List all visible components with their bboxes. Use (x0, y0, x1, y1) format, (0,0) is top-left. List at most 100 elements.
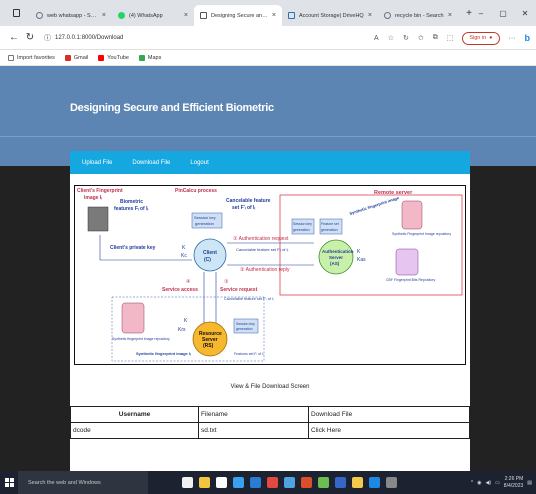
taskbar-app-icon[interactable] (233, 477, 244, 488)
network-icon[interactable]: ◉ (477, 480, 481, 486)
rs-session-key-label: Session key (236, 322, 255, 326)
client-c-label: (C) (204, 257, 211, 263)
taskbar-app-icon[interactable] (267, 477, 278, 488)
service-cancelable-label: Cancelable feature set F'ᵢ of Iᵢ (224, 297, 274, 301)
refresh-icon[interactable]: ↻ (22, 32, 38, 43)
info-icon: ⓘ (44, 34, 51, 42)
column-header-download: Download File (308, 406, 470, 423)
start-button[interactable] (0, 471, 18, 494)
table-header-row: Username Filename Download File (70, 406, 470, 423)
column-header-username: Username (70, 406, 199, 423)
session-key-label: Session key (194, 215, 216, 220)
taskbar-app-icon[interactable] (216, 477, 227, 488)
table-row: dcode sd.txt Click Here (70, 422, 470, 439)
feature-set-gen-label: generation (321, 228, 338, 232)
rs-repository-icon (121, 302, 145, 334)
battery-icon[interactable]: ▭ (495, 480, 500, 486)
bookmark-maps[interactable]: Maps (138, 54, 162, 61)
bookmark-youtube[interactable]: YouTube (98, 54, 129, 61)
taskbar-search[interactable]: Search the web and Windows (18, 471, 148, 494)
tab-actions-icon[interactable] (8, 5, 24, 21)
close-window-icon[interactable]: ✕ (514, 9, 536, 18)
bookmark-label: Maps (147, 54, 162, 61)
tab-recycle-bin-search[interactable]: recycle bin - Search × (378, 5, 458, 26)
taskbar-app-icon[interactable] (250, 477, 261, 488)
tab-title: recycle bin - Search (395, 12, 444, 19)
url-field[interactable]: ⓘ 127.0.0.1:8000/Download (44, 30, 234, 46)
avatar-icon: ● (489, 35, 493, 41)
rs-features-label: Features set Fᵢ of Iᵢ (234, 352, 264, 356)
rs-repository-label: Synthetic fingerprint image repository (112, 337, 170, 341)
close-icon[interactable]: × (184, 12, 188, 19)
files-table: Username Filename Download File dcode sd… (70, 406, 470, 439)
cell-username: dcode (70, 422, 199, 439)
bookmark-gmail[interactable]: Gmail (64, 54, 89, 61)
maximize-icon[interactable]: ▢ (492, 9, 514, 18)
key-kc: Kc (181, 253, 187, 259)
tab-web-whatsapp-search[interactable]: web whatsapp - Search × (30, 5, 112, 26)
taskbar-app-icon[interactable] (301, 477, 312, 488)
taskbar-app-icon[interactable] (386, 477, 397, 488)
taskbar-app-icon[interactable] (318, 477, 329, 488)
address-bar: ← ↻ ⓘ 127.0.0.1:8000/Download A ☆ ↻ ✩ ⧉ … (0, 26, 536, 50)
browser-tab-bar: web whatsapp - Search × (4) WhatsApp × D… (0, 0, 536, 26)
system-tray: ^ ◉ ◀) ▭ 2:26 PM 8/4/2023 ▤ (471, 471, 532, 494)
generation-as-label: generation (293, 228, 310, 232)
bookmark-label: Import favorites (17, 54, 55, 61)
pincalcu-label: PinCalcu process (175, 188, 217, 194)
as-label: Authentication (322, 249, 354, 254)
tab-title: (4) WhatsApp (129, 12, 163, 19)
bookmark-label: Gmail (73, 54, 89, 61)
web-page: Designing Secure and Efficient Biometric… (0, 66, 536, 471)
more-options-icon[interactable]: ··· (509, 35, 516, 42)
notifications-icon[interactable]: ▤ (527, 480, 532, 486)
taskbar-app-icon[interactable] (182, 477, 193, 488)
features-label: features Fᵢ of Iᵢ (114, 206, 148, 212)
search-icon (384, 12, 391, 19)
read-aloud-icon[interactable]: A (374, 35, 379, 42)
step3-label: ③ (224, 279, 229, 285)
taskbar-app-icon[interactable] (352, 477, 363, 488)
bookmark-import-favorites[interactable]: Import favorites (8, 54, 55, 61)
favorite-icon[interactable]: ☆ (388, 34, 394, 42)
windows-taskbar: Search the web and Windows ^ ◉ ◀) ▭ 2:26… (0, 471, 536, 494)
taskbar-app-icon[interactable] (369, 477, 380, 488)
windows-logo-icon (4, 478, 14, 487)
tab-whatsapp[interactable]: (4) WhatsApp × (112, 5, 194, 26)
edge-copilot-icon[interactable]: b (525, 33, 531, 43)
tab-designing-secure[interactable]: Designing Secure and Efficie × (194, 5, 282, 26)
volume-icon[interactable]: ◀) (486, 480, 492, 486)
close-icon[interactable]: × (368, 12, 372, 19)
menu-download-file[interactable]: Download File (132, 160, 170, 166)
auth-request-label: ① Authentication request (233, 236, 289, 242)
back-icon[interactable]: ← (6, 32, 22, 43)
image-label: Image Iᵢ (84, 195, 102, 201)
taskbar-app-icon[interactable] (284, 477, 295, 488)
minimize-icon[interactable]: – (470, 9, 492, 18)
cbf-repository-label: CBF Fingerprint Bits Repository (386, 278, 435, 282)
close-icon[interactable]: × (272, 12, 276, 19)
close-icon[interactable]: × (448, 12, 452, 19)
cell-filename: sd.txt (198, 422, 309, 439)
tray-chevron-icon[interactable]: ^ (471, 480, 473, 486)
taskbar-app-icon[interactable] (199, 477, 210, 488)
service-request-label: Service request (220, 287, 258, 293)
clock[interactable]: 2:26 PM 8/4/2023 (504, 476, 523, 490)
favorites-icon[interactable]: ✩ (418, 34, 424, 42)
session-key-as-label: Session key (293, 222, 312, 226)
menu-logout[interactable]: Logout (190, 160, 208, 166)
sign-in-button[interactable]: Sign in ● (462, 31, 500, 45)
extensions-icon[interactable]: ⬚ (447, 34, 454, 42)
taskbar-app-icon[interactable] (335, 477, 346, 488)
close-icon[interactable]: × (102, 12, 106, 19)
key-krs: Krs (178, 327, 186, 333)
tab-drivehq[interactable]: Account Storage| DriveHQ × (282, 5, 378, 26)
collections-icon[interactable]: ⧉ (433, 34, 438, 42)
youtube-icon (98, 54, 105, 61)
menu-upload-file[interactable]: Upload File (82, 160, 112, 166)
download-link[interactable]: Click Here (308, 422, 470, 439)
taskbar-apps (182, 477, 397, 488)
clock-date: 8/4/2023 (503, 482, 524, 489)
refresh-page-icon[interactable]: ↻ (403, 34, 409, 42)
service-access-label: Service access (162, 287, 198, 293)
